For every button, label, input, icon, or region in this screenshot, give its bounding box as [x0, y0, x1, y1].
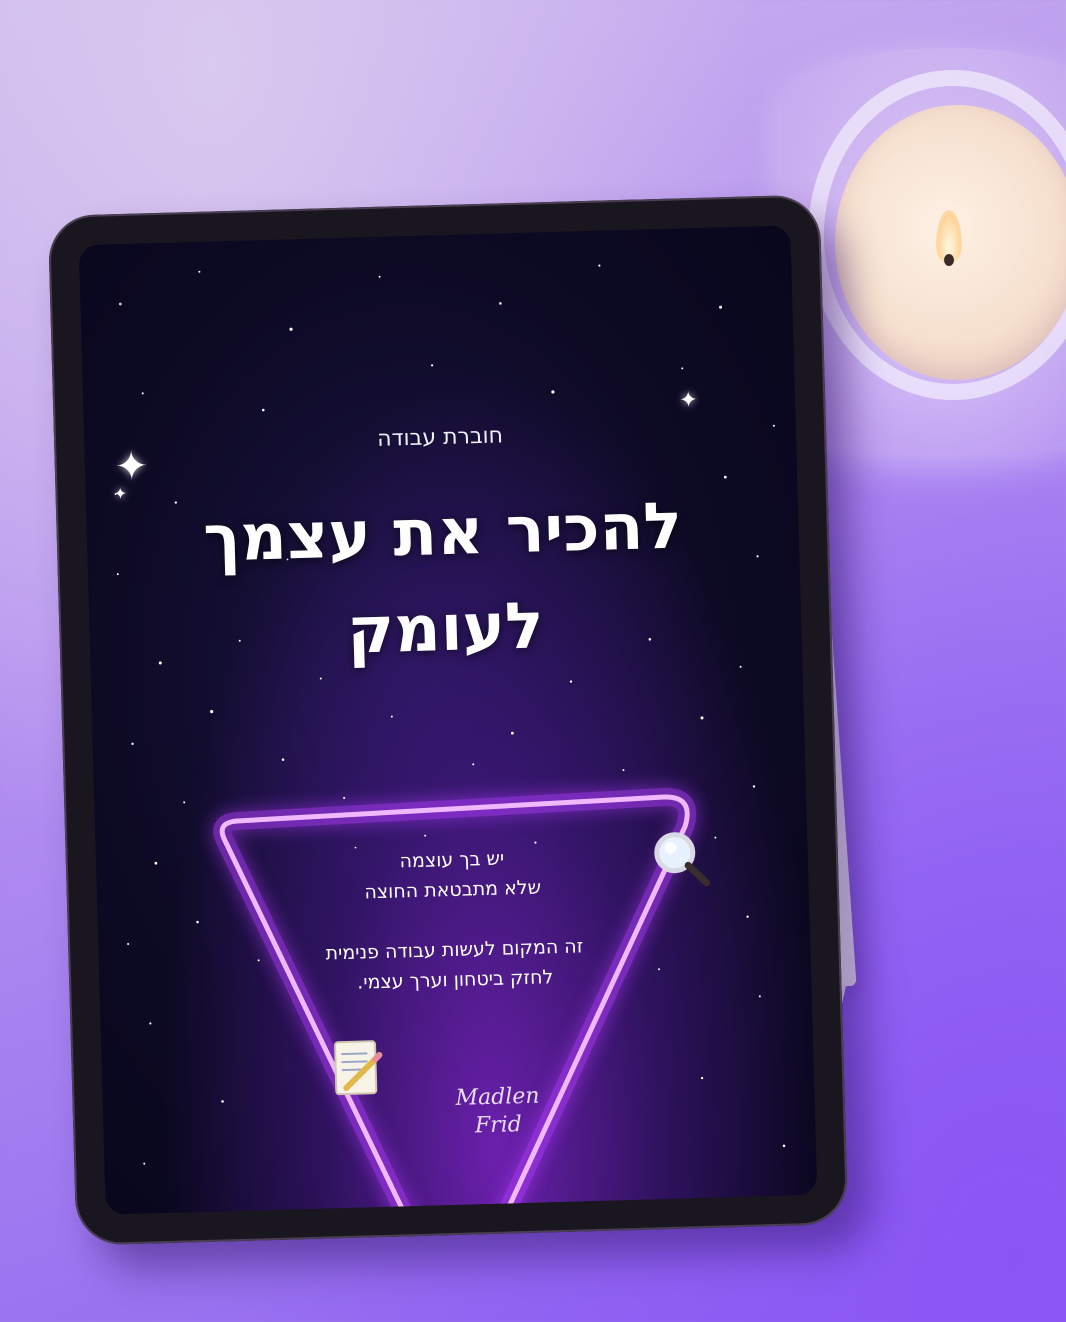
sparkle-icon: ✦: [678, 387, 698, 414]
cover-title: להכיר את עצמך לעומק: [126, 476, 763, 686]
desk-scene: ✦ ✦ ✦ חוברת עבודה להכיר את עצמך לעומק יש…: [0, 0, 1066, 1322]
cover-title-line: להכיר את עצמך: [202, 489, 684, 577]
author-signature: Madlen Frid: [442, 1082, 554, 1141]
tablet-device: ✦ ✦ ✦ חוברת עבודה להכיר את עצמך לעומק יש…: [47, 194, 849, 1246]
memo-icon: [331, 1037, 385, 1098]
cover-body-bottom: זה המקום לעשות עבודה פנימית לחזק ביטחון …: [248, 929, 662, 1000]
cover-body-top: יש בך עוצמה שלא מתבטאת החוצה: [246, 839, 660, 910]
signature-line: Madlen: [455, 1083, 540, 1111]
magnifier-icon: [650, 828, 712, 890]
candle-wick: [944, 254, 954, 266]
cover-title-line: לעומק: [346, 589, 545, 669]
tablet-screen: ✦ ✦ ✦ חוברת עבודה להכיר את עצמך לעומק יש…: [78, 225, 818, 1215]
signature-line: Frid: [474, 1112, 523, 1139]
